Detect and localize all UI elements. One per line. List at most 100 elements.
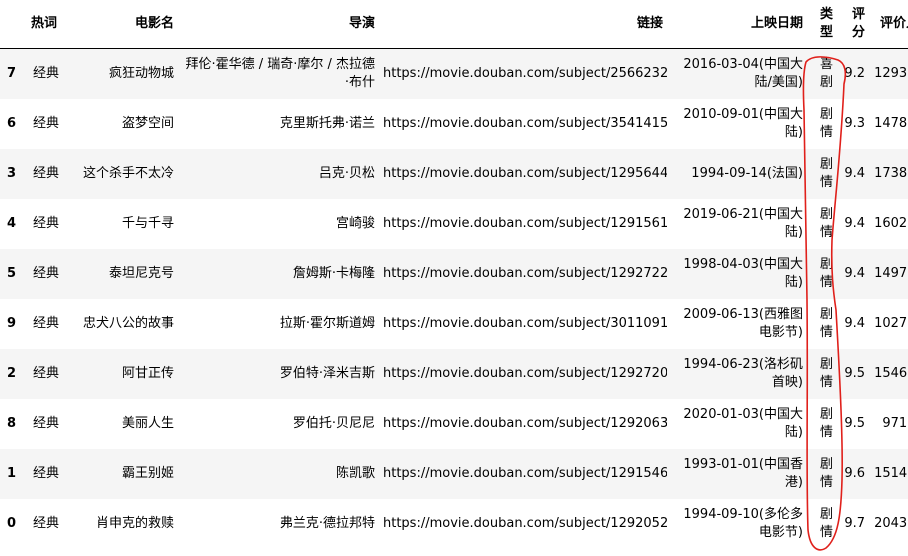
cell-genre: 剧情 bbox=[819, 456, 833, 490]
cell-rating: 9.2 bbox=[844, 65, 865, 81]
cell-hotword: 经典 bbox=[32, 65, 59, 81]
header-title: 电影名 bbox=[63, 0, 178, 49]
cell-link: https://movie.douban.com/subject/1292720… bbox=[383, 365, 667, 381]
cell-director: 罗伯托·贝尼尼 bbox=[292, 415, 375, 431]
cell-rating: 9.4 bbox=[844, 265, 865, 281]
header-index bbox=[0, 0, 27, 49]
cell-votes: 971338 bbox=[882, 415, 908, 431]
cell-date: 1993-01-01(中国香港) bbox=[683, 456, 803, 490]
cell-date: 1994-09-14(法国) bbox=[691, 165, 803, 181]
cell-title: 霸王别姬 bbox=[121, 465, 174, 481]
cell-genre: 剧情 bbox=[819, 506, 833, 540]
cell-director: 弗兰克·德拉邦特 bbox=[279, 515, 375, 531]
table-row: 3 经典 这个杀手不太冷 吕克·贝松 https://movie.douban.com/… bbox=[0, 148, 908, 199]
cell-date: 2019-06-21(中国大陆) bbox=[683, 206, 803, 240]
cell-votes: 1514666 bbox=[874, 465, 908, 481]
table-row: 7 经典 疯狂动物城 拜伦·霍华德 / 瑞奇·摩尔 / 杰拉德·布什 https://m… bbox=[0, 48, 908, 99]
cell-director: 詹姆斯·卡梅隆 bbox=[292, 265, 375, 281]
table-row: 0 经典 肖申克的救赎 弗兰克·德拉邦特 https://movie.douban.co… bbox=[0, 498, 908, 549]
cell-genre: 剧情 bbox=[819, 406, 833, 440]
cell-rating: 9.4 bbox=[844, 215, 865, 231]
header-votes: 评价人数 bbox=[869, 0, 908, 49]
cell-hotword: 经典 bbox=[32, 415, 59, 431]
table-row: 5 经典 泰坦尼克号 詹姆斯·卡梅隆 https://movie.douban.com/… bbox=[0, 248, 908, 299]
cell-rating: 9.4 bbox=[844, 315, 865, 331]
row-index: 5 bbox=[7, 265, 17, 281]
cell-title: 盗梦空间 bbox=[121, 115, 174, 131]
cell-title: 这个杀手不太冷 bbox=[82, 165, 174, 181]
cell-votes: 1546336 bbox=[874, 365, 908, 381]
header-date: 上映日期 bbox=[667, 0, 807, 49]
table-body: 7 经典 疯狂动物城 拜伦·霍华德 / 瑞奇·摩尔 / 杰拉德·布什 https://m… bbox=[0, 48, 908, 549]
cell-link: https://movie.douban.com/subject/2566232… bbox=[383, 65, 667, 81]
cell-date: 1994-06-23(洛杉矶首映) bbox=[683, 356, 803, 390]
cell-director: 拉斯·霍尔斯道姆 bbox=[279, 315, 375, 331]
cell-link: https://movie.douban.com/subject/1292052… bbox=[383, 515, 667, 531]
cell-title: 阿甘正传 bbox=[121, 365, 174, 381]
cell-link: https://movie.douban.com/subject/1292722… bbox=[383, 265, 667, 281]
cell-title: 泰坦尼克号 bbox=[108, 265, 174, 281]
cell-genre: 剧情 bbox=[819, 306, 833, 340]
cell-genre: 剧情 bbox=[819, 356, 833, 390]
cell-hotword: 经典 bbox=[32, 265, 59, 281]
table-row: 6 经典 盗梦空间 克里斯托弗·诺兰 https://movie.douban.com/… bbox=[0, 98, 908, 149]
cell-rating: 9.7 bbox=[844, 515, 865, 531]
table-row: 1 经典 霸王别姬 陈凯歌 https://movie.douban.com/subje… bbox=[0, 448, 908, 499]
row-index: 3 bbox=[7, 165, 17, 181]
cell-genre: 剧情 bbox=[819, 256, 833, 290]
cell-title: 忠犬八公的故事 bbox=[82, 315, 174, 331]
row-index: 2 bbox=[7, 365, 17, 381]
cell-votes: 1293039 bbox=[874, 65, 908, 81]
cell-votes: 1602790 bbox=[874, 215, 908, 231]
cell-link: https://movie.douban.com/subject/1295644… bbox=[383, 165, 667, 181]
cell-director: 罗伯特·泽米吉斯 bbox=[279, 365, 375, 381]
cell-title: 美丽人生 bbox=[121, 415, 174, 431]
cell-votes: 1497657 bbox=[874, 265, 908, 281]
cell-hotword: 经典 bbox=[32, 165, 59, 181]
cell-link: https://movie.douban.com/subject/3011091… bbox=[383, 315, 667, 331]
table-row: 8 经典 美丽人生 罗伯托·贝尼尼 https://movie.douban.com/s… bbox=[0, 398, 908, 449]
cell-title: 千与千寻 bbox=[121, 215, 174, 231]
row-index: 7 bbox=[7, 65, 17, 81]
row-index: 8 bbox=[7, 415, 17, 431]
header-genre: 类型 bbox=[807, 0, 837, 49]
cell-rating: 9.5 bbox=[844, 415, 865, 431]
row-index: 4 bbox=[7, 215, 17, 231]
cell-date: 2016-03-04(中国大陆/美国) bbox=[683, 56, 803, 90]
cell-hotword: 经典 bbox=[32, 515, 59, 531]
cell-director: 陈凯歌 bbox=[335, 465, 375, 481]
header-hotword: 热词 bbox=[27, 0, 63, 49]
dataframe-table: 热词 电影名 导演 链接 上映日期 类型 评分 评价人数 7 经典 疯狂动物城拜伦·… bbox=[0, 0, 908, 549]
cell-votes: 1738201 bbox=[874, 165, 908, 181]
cell-date: 2009-06-13(西雅图电影节) bbox=[683, 306, 803, 340]
cell-rating: 9.3 bbox=[844, 115, 865, 131]
cell-votes: 1478237 bbox=[874, 115, 908, 131]
cell-votes: 2043925 bbox=[874, 515, 908, 531]
cell-director: 吕克·贝松 bbox=[318, 165, 375, 181]
cell-hotword: 经典 bbox=[32, 115, 59, 131]
header-director: 导演 bbox=[178, 0, 379, 49]
cell-link: https://movie.douban.com/subject/3541415… bbox=[383, 115, 667, 131]
cell-date: 2010-09-01(中国大陆) bbox=[683, 106, 803, 140]
cell-genre: 喜剧 bbox=[819, 56, 833, 90]
cell-link: https://movie.douban.com/subject/1291561… bbox=[383, 215, 667, 231]
cell-link: https://movie.douban.com/subject/1292063… bbox=[383, 415, 667, 431]
cell-director: 宫崎骏 bbox=[335, 215, 375, 231]
table-row: 4 经典 千与千寻 宫崎骏 https://movie.douban.com/subje… bbox=[0, 198, 908, 249]
cell-date: 1998-04-03(中国大陆) bbox=[683, 256, 803, 290]
cell-genre: 剧情 bbox=[819, 156, 833, 190]
cell-director: 拜伦·霍华德 / 瑞奇·摩尔 / 杰拉德·布什 bbox=[185, 56, 375, 90]
cell-title: 肖申克的救赎 bbox=[95, 515, 174, 531]
cell-rating: 9.5 bbox=[844, 365, 865, 381]
cell-link: https://movie.douban.com/subject/1291546… bbox=[383, 465, 667, 481]
cell-genre: 剧情 bbox=[819, 106, 833, 140]
cell-director: 克里斯托弗·诺兰 bbox=[279, 115, 375, 131]
cell-hotword: 经典 bbox=[32, 215, 59, 231]
table-row: 9 经典 忠犬八公的故事 拉斯·霍尔斯道姆 https://movie.douban.c… bbox=[0, 298, 908, 349]
cell-rating: 9.6 bbox=[844, 465, 865, 481]
cell-genre: 剧情 bbox=[819, 206, 833, 240]
row-index: 0 bbox=[7, 515, 17, 531]
cell-date: 2020-01-03(中国大陆) bbox=[683, 406, 803, 440]
header-link: 链接 bbox=[379, 0, 667, 49]
cell-hotword: 经典 bbox=[32, 465, 59, 481]
